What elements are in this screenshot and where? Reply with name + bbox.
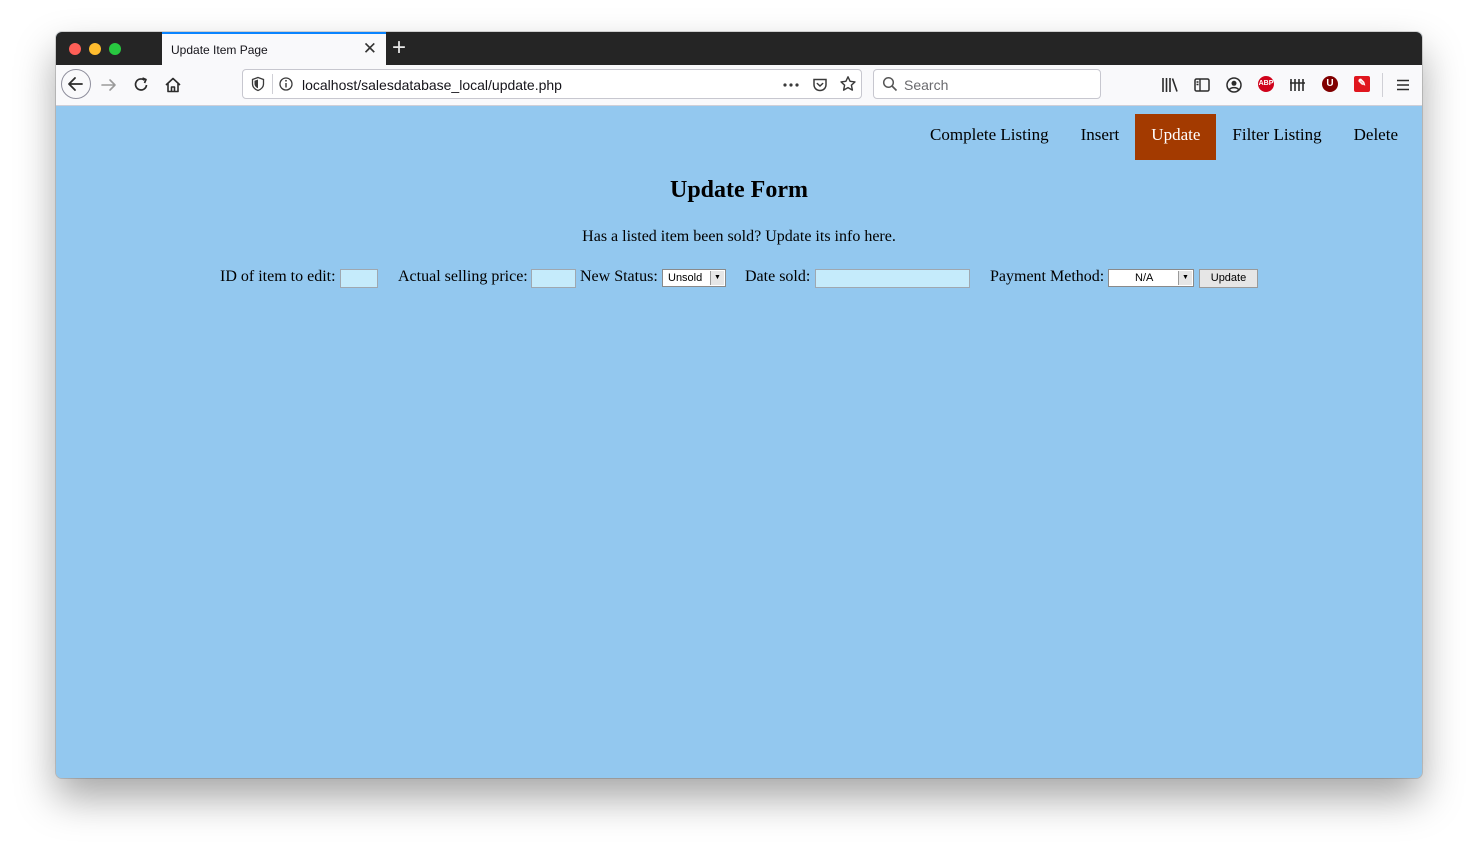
date-sold-label: Date sold: bbox=[745, 268, 811, 285]
bookmark-star-icon[interactable] bbox=[839, 75, 857, 93]
forward-arrow-icon[interactable] bbox=[99, 75, 119, 95]
payment-method-label: Payment Method: bbox=[990, 268, 1105, 285]
browser-tab[interactable]: Update Item Page ✕ bbox=[162, 32, 386, 65]
nav-delete[interactable]: Delete bbox=[1338, 114, 1414, 160]
hamburger-menu-icon[interactable] bbox=[1393, 75, 1413, 95]
window-maximize-button[interactable] bbox=[109, 43, 121, 55]
new-tab-button[interactable]: + bbox=[392, 35, 406, 61]
search-icon bbox=[882, 76, 898, 92]
toolbar-divider bbox=[1382, 73, 1383, 97]
site-info-icon[interactable] bbox=[278, 76, 294, 92]
search-placeholder: Search bbox=[904, 77, 949, 93]
url-text: localhost/salesdatabase_local/update.php bbox=[302, 77, 562, 93]
tab-strip: Update Item Page ✕ + bbox=[56, 32, 1422, 65]
library-icon[interactable] bbox=[1160, 75, 1180, 95]
page-title: Update Form bbox=[670, 177, 808, 203]
adblock-extension-icon[interactable]: ABP bbox=[1258, 76, 1274, 92]
page-content: Complete Listing Insert Update Filter Li… bbox=[56, 106, 1422, 778]
dropdown-arrow-icon: ▼ bbox=[1178, 271, 1192, 285]
update-form: ID of item to edit: Actual selling price… bbox=[56, 267, 1422, 289]
payment-method-select[interactable]: N/A ▼ bbox=[1108, 269, 1194, 287]
urlbar-divider bbox=[272, 74, 273, 94]
close-tab-icon[interactable]: ✕ bbox=[363, 39, 377, 59]
nav-complete-listing[interactable]: Complete Listing bbox=[914, 114, 1065, 160]
search-bar[interactable]: Search bbox=[873, 69, 1101, 99]
pocket-icon[interactable] bbox=[811, 76, 829, 94]
browser-window: Update Item Page ✕ + localhost/salesdata… bbox=[56, 32, 1422, 778]
window-close-button[interactable] bbox=[69, 43, 81, 55]
pen-extension-icon[interactable]: ✎ bbox=[1354, 76, 1370, 92]
selling-price-input[interactable] bbox=[531, 269, 576, 288]
page-actions-menu-icon[interactable] bbox=[782, 76, 800, 94]
account-icon[interactable] bbox=[1224, 75, 1244, 95]
reload-icon[interactable] bbox=[131, 75, 151, 95]
navigation-toolbar: localhost/salesdatabase_local/update.php… bbox=[56, 65, 1422, 106]
window-minimize-button[interactable] bbox=[89, 43, 101, 55]
dropdown-arrow-icon: ▼ bbox=[710, 271, 724, 285]
item-id-input[interactable] bbox=[340, 269, 378, 288]
back-arrow-icon bbox=[68, 77, 83, 91]
date-sold-input[interactable] bbox=[815, 269, 970, 288]
item-id-label: ID of item to edit: bbox=[220, 268, 336, 285]
extension-grid-icon[interactable] bbox=[1288, 75, 1308, 95]
nav-update[interactable]: Update bbox=[1135, 114, 1217, 160]
sidebar-icon[interactable] bbox=[1192, 75, 1212, 95]
url-bar[interactable]: localhost/salesdatabase_local/update.php bbox=[242, 69, 862, 99]
page-subtitle: Has a listed item been sold? Update its … bbox=[582, 228, 896, 245]
status-selected-value: Unsold bbox=[668, 272, 703, 284]
status-select[interactable]: Unsold ▼ bbox=[662, 269, 726, 287]
tracking-protection-shield-icon[interactable] bbox=[250, 76, 266, 92]
nav-insert[interactable]: Insert bbox=[1065, 114, 1136, 160]
nav-filter-listing[interactable]: Filter Listing bbox=[1216, 114, 1337, 160]
top-nav: Complete Listing Insert Update Filter Li… bbox=[914, 114, 1414, 160]
home-icon[interactable] bbox=[163, 75, 183, 95]
new-status-label: New Status: bbox=[580, 268, 658, 285]
tab-title: Update Item Page bbox=[171, 43, 268, 57]
selling-price-label: Actual selling price: bbox=[398, 268, 528, 285]
update-submit-button[interactable]: Update bbox=[1199, 269, 1258, 288]
ublock-extension-icon[interactable]: U bbox=[1322, 76, 1338, 92]
back-button[interactable] bbox=[61, 69, 91, 99]
payment-selected-value: N/A bbox=[1135, 272, 1154, 284]
